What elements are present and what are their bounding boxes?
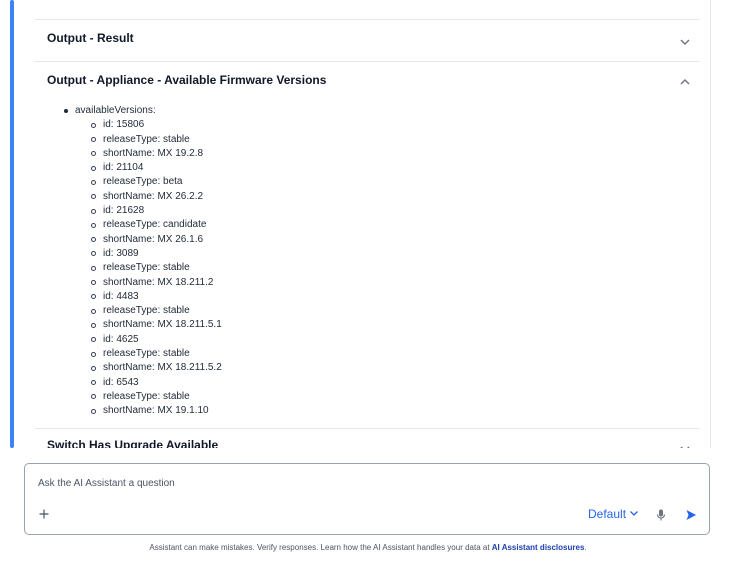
list-item: releaseType: beta xyxy=(90,175,461,189)
disclaimer: Assistant can make mistakes. Verify resp… xyxy=(0,543,736,552)
version-items: id: 15806 releaseType: stable shortName:… xyxy=(61,118,461,418)
assistant-composer[interactable]: Ask the AI Assistant a question Default xyxy=(24,463,710,535)
assistant-response-panel: Output - Result Output - Appliance - Ava… xyxy=(0,0,711,448)
divider xyxy=(35,428,700,429)
section-switch-upgrade-title[interactable]: Switch Has Upgrade Available xyxy=(47,438,218,448)
firmware-versions-list: availableVersions: id: 15806 releaseType… xyxy=(61,104,461,419)
list-item: id: 15806 xyxy=(90,118,461,132)
list-item: id: 6543 xyxy=(90,376,461,390)
list-item: releaseType: stable xyxy=(90,347,461,361)
model-select-label: Default xyxy=(588,507,627,521)
disclaimer-text: Assistant can make mistakes. Verify resp… xyxy=(149,543,492,552)
model-select[interactable]: Default xyxy=(588,507,639,521)
available-versions-label: availableVersions: xyxy=(61,104,461,118)
list-item: id: 4625 xyxy=(90,333,461,347)
list-item: shortName: MX 18.211.5.1 xyxy=(90,318,461,332)
list-item: shortName: MX 19.1.10 xyxy=(90,404,461,418)
list-item: shortName: MX 18.211.2 xyxy=(90,276,461,290)
list-item: shortName: MX 19.2.8 xyxy=(90,147,461,161)
chevron-up-icon[interactable] xyxy=(678,75,692,89)
list-item: shortName: MX 26.2.2 xyxy=(90,190,461,204)
list-item: releaseType: stable xyxy=(90,390,461,404)
list-item: id: 4483 xyxy=(90,290,461,304)
list-item: releaseType: candidate xyxy=(90,218,461,232)
section-firmware-versions-title[interactable]: Output - Appliance - Available Firmware … xyxy=(47,73,326,87)
section-output-result-title[interactable]: Output - Result xyxy=(47,31,134,45)
send-icon[interactable] xyxy=(684,508,698,522)
list-item: id: 21628 xyxy=(90,204,461,218)
microphone-icon[interactable] xyxy=(655,508,667,522)
list-item: releaseType: stable xyxy=(90,261,461,275)
divider xyxy=(35,61,700,62)
accent-bar xyxy=(10,0,14,448)
chevron-down-icon[interactable] xyxy=(678,442,692,448)
list-item: id: 3089 xyxy=(90,247,461,261)
chevron-down-icon[interactable] xyxy=(678,35,692,49)
list-item: releaseType: stable xyxy=(90,133,461,147)
divider xyxy=(35,19,700,20)
list-item: shortName: MX 18.211.5.2 xyxy=(90,361,461,375)
question-input[interactable]: Ask the AI Assistant a question xyxy=(38,478,175,489)
chevron-down-icon xyxy=(629,507,639,521)
disclaimer-end: . xyxy=(584,543,587,552)
list-item: id: 21104 xyxy=(90,161,461,175)
disclosures-link[interactable]: AI Assistant disclosures xyxy=(492,543,585,552)
panel-border xyxy=(710,0,711,448)
list-item: releaseType: stable xyxy=(90,304,461,318)
list-item: shortName: MX 26.1.6 xyxy=(90,233,461,247)
plus-icon[interactable] xyxy=(37,507,51,521)
